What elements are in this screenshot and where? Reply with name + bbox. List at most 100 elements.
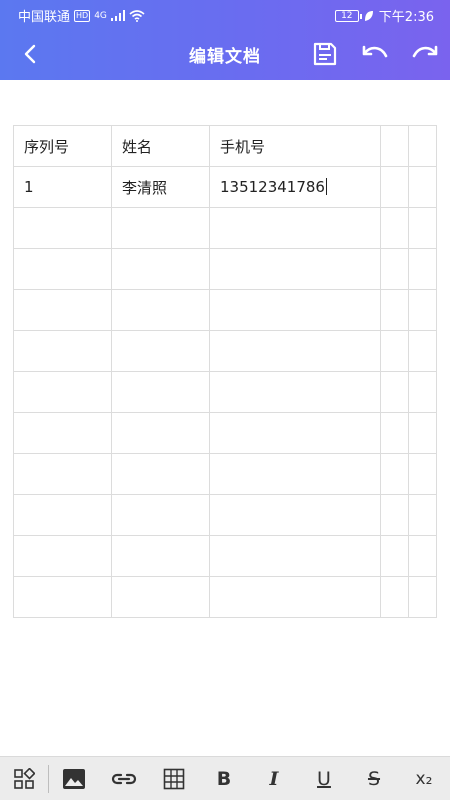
table-cell[interactable]: [408, 453, 437, 495]
insert-table-button[interactable]: [149, 757, 199, 800]
table-cell[interactable]: 1: [13, 166, 112, 208]
table-cell[interactable]: [380, 166, 409, 208]
table-cell[interactable]: [408, 248, 437, 290]
undo-icon: [362, 45, 388, 58]
undo-button[interactable]: [359, 38, 391, 70]
save-icon: [313, 42, 337, 66]
top-toolbar: 编辑文档: [0, 30, 450, 78]
table-cell[interactable]: [111, 289, 210, 331]
table-cell[interactable]: [13, 412, 112, 454]
table-cell[interactable]: [380, 371, 409, 413]
redo-button[interactable]: [409, 38, 441, 70]
table-cell[interactable]: [111, 535, 210, 577]
table-row: [13, 207, 437, 249]
table-cell[interactable]: [408, 207, 437, 249]
subscript-button[interactable]: x₂: [399, 757, 449, 800]
save-button[interactable]: [309, 38, 341, 70]
hd-badge: HD: [74, 9, 91, 22]
clock-label: 下午2:36: [378, 10, 434, 25]
table-cell[interactable]: [209, 453, 381, 495]
table-cell[interactable]: [408, 330, 437, 372]
table-row: [13, 248, 437, 290]
table-cell[interactable]: 13512341786: [209, 166, 381, 208]
redo-icon: [412, 45, 438, 58]
table-header-cell[interactable]: 姓名: [111, 125, 210, 167]
insert-link-button[interactable]: [99, 757, 149, 800]
table-row: [13, 494, 437, 536]
underline-button[interactable]: U: [299, 757, 349, 800]
table-cell[interactable]: [380, 248, 409, 290]
table-row: 序列号 姓名 手机号: [13, 125, 437, 167]
table-cell[interactable]: [111, 494, 210, 536]
underline-icon: U: [317, 767, 331, 790]
table-cell[interactable]: [380, 289, 409, 331]
layout-button[interactable]: [0, 757, 48, 800]
table-cell[interactable]: [111, 248, 210, 290]
italic-button[interactable]: I: [249, 757, 299, 800]
signal-icon: [110, 10, 125, 21]
table-cell[interactable]: [408, 535, 437, 577]
text-cursor: [325, 178, 327, 195]
table-cell[interactable]: [111, 453, 210, 495]
table-cell[interactable]: [111, 207, 210, 249]
table-cell[interactable]: [111, 576, 210, 618]
table-row: 1 李清照 13512341786: [13, 166, 437, 208]
table-cell[interactable]: 李清照: [111, 166, 210, 208]
table-body: 序列号 姓名 手机号 1 李清照 13512341786: [13, 125, 437, 618]
table-cell[interactable]: [13, 371, 112, 413]
table-header-cell[interactable]: [408, 125, 437, 167]
table-cell[interactable]: [209, 207, 381, 249]
table-header-cell[interactable]: 手机号: [209, 125, 381, 167]
table-cell[interactable]: [408, 289, 437, 331]
table-cell[interactable]: [209, 412, 381, 454]
table-cell[interactable]: [13, 330, 112, 372]
table-cell[interactable]: [111, 371, 210, 413]
table-cell[interactable]: [111, 412, 210, 454]
table-cell[interactable]: [13, 535, 112, 577]
table-cell[interactable]: [380, 330, 409, 372]
table-cell[interactable]: [380, 412, 409, 454]
table-row: [13, 412, 437, 454]
table-cell[interactable]: [209, 576, 381, 618]
table-cell[interactable]: [13, 248, 112, 290]
table-cell[interactable]: [209, 330, 381, 372]
table-header-cell[interactable]: 序列号: [13, 125, 112, 167]
table-cell[interactable]: [380, 576, 409, 618]
table-cell[interactable]: [408, 166, 437, 208]
table-cell[interactable]: [408, 494, 437, 536]
table-row: [13, 289, 437, 331]
table-cell[interactable]: [380, 494, 409, 536]
table-cell[interactable]: [13, 207, 112, 249]
table-cell[interactable]: [380, 535, 409, 577]
bold-button[interactable]: B: [199, 757, 249, 800]
table-cell[interactable]: [13, 494, 112, 536]
table-cell[interactable]: [13, 453, 112, 495]
table-cell[interactable]: [209, 494, 381, 536]
table-cell[interactable]: [209, 248, 381, 290]
table-cell[interactable]: [111, 330, 210, 372]
table-cell[interactable]: [209, 289, 381, 331]
table-cell[interactable]: [408, 371, 437, 413]
carrier-label: 中国联通: [18, 10, 71, 25]
strikethrough-button[interactable]: S: [349, 757, 399, 800]
document-table: 序列号 姓名 手机号 1 李清照 13512341786: [13, 125, 437, 618]
table-cell[interactable]: [380, 207, 409, 249]
network-type-label: 4G: [94, 10, 107, 21]
table-cell[interactable]: [408, 412, 437, 454]
table-cell[interactable]: [13, 289, 112, 331]
table-row: [13, 371, 437, 413]
table-cell[interactable]: [380, 453, 409, 495]
insert-image-button[interactable]: [49, 757, 99, 800]
table-cell[interactable]: [408, 576, 437, 618]
battery-icon: 12: [334, 9, 362, 22]
table-cell[interactable]: [13, 576, 112, 618]
table-cell[interactable]: [209, 371, 381, 413]
table-row: [13, 535, 437, 577]
strikethrough-icon: S: [367, 767, 381, 790]
table-cell[interactable]: [209, 535, 381, 577]
table-header-cell[interactable]: [380, 125, 409, 167]
subscript-icon: x₂: [415, 768, 433, 789]
grid-layout-icon: [14, 767, 35, 789]
link-icon: [111, 773, 137, 784]
wifi-icon: [129, 9, 145, 22]
